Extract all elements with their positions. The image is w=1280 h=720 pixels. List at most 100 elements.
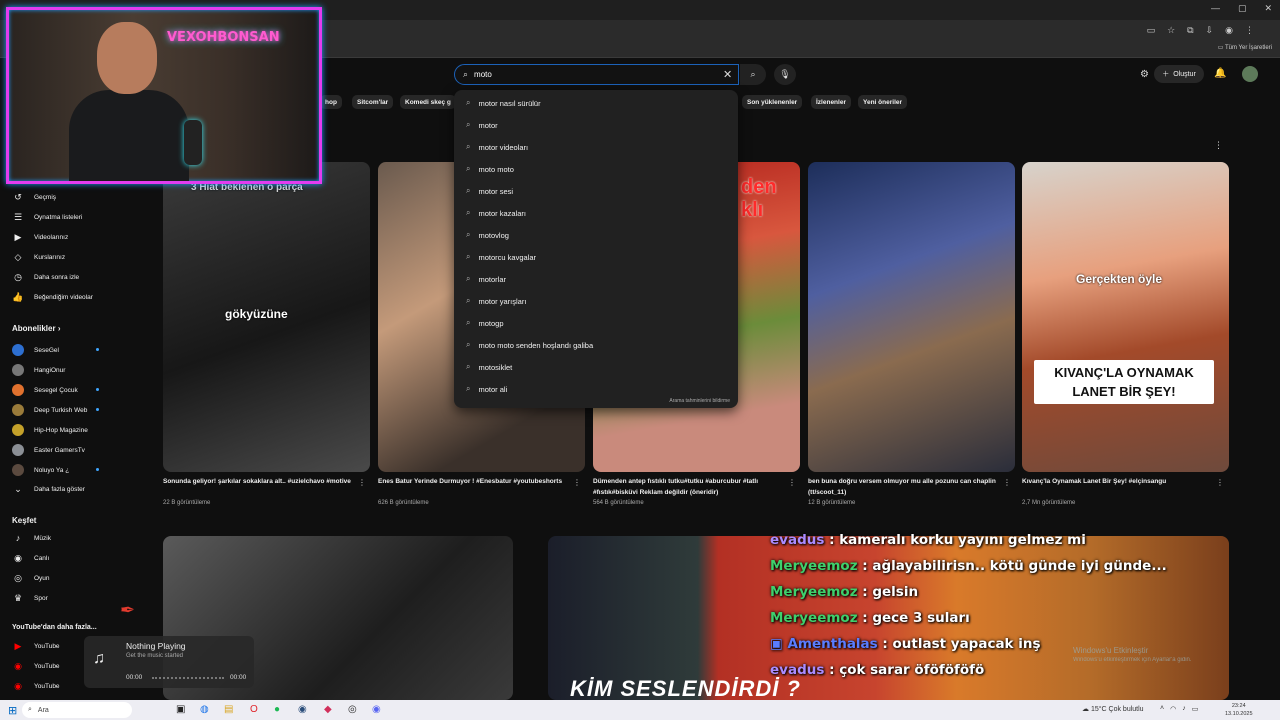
sidebar-item-sub[interactable]: Hip-Hop Magazine [12,424,88,436]
sidebar-item-courses[interactable]: ◇ Kurslarınız [12,252,66,263]
sidebar-item-sports[interactable]: ♛ Spor [12,593,48,604]
suggestion-item[interactable]: ⌕ motor yarışları [454,290,738,312]
suggestion-item[interactable]: ⌕ moto moto senden hoşlandı galiba [454,334,738,356]
chip-recent[interactable]: Son yüklenenler [742,95,803,109]
suggestion-item[interactable]: ⌕ motor nasıl sürülür [454,92,738,114]
search-input[interactable] [474,70,715,79]
search-box[interactable]: ⌕ [454,64,739,85]
download-icon[interactable]: ⇩ [1206,25,1214,36]
subscriptions-heading[interactable]: Abonelikler › [12,324,60,333]
sidebar-item-sub[interactable]: Noluyo Ya ¿ [12,464,69,476]
taskbar-search[interactable]: ⌕ Ara [22,702,132,718]
sidebar-item-youtube-music[interactable]: ◉ YouTube [12,661,59,672]
chip-hop[interactable]: hop [320,95,342,109]
show-more-button[interactable]: ⌄ Daha fazla göster [12,484,85,495]
suggestion-item[interactable]: ⌕ motor sesi [454,180,738,202]
battery-icon[interactable]: ▭ [1192,705,1199,713]
report-suggestions-link[interactable]: Arama tahminlerini bildirme [669,398,730,404]
sidebar-item-sub[interactable]: HangiOnur [12,364,65,376]
steam-icon[interactable]: ◉ [298,704,307,715]
suggestion-text: motorlar [478,274,506,284]
sidebar-item-live[interactable]: ◉ Canlı [12,553,49,564]
video-menu-icon[interactable]: ⋮ [573,478,581,487]
search-button[interactable]: ⌕ [740,64,766,85]
profile-icon[interactable]: ◉ [1225,25,1233,36]
video-title[interactable]: Enes Batur Yerinde Durmuyor ! #Enesbatur… [378,476,568,487]
sidebar-item-your-videos[interactable]: ▶ Videolarınız [12,232,69,243]
chip-watched[interactable]: İzlenenler [811,95,851,109]
close-icon[interactable]: ✕ [1264,3,1272,14]
sidebar-item-music[interactable]: ♪ Müzik [12,533,51,543]
sidebar-item-sub[interactable]: Sesegel Çocuk [12,384,78,396]
maximize-icon[interactable]: ▢ [1238,3,1247,14]
suggestion-item[interactable]: ⌕ moto moto [454,158,738,180]
sidebar-item-youtube[interactable]: ▶ YouTube [12,641,60,652]
weather-widget[interactable]: ☁ 15°C Çok bulutlu [1082,705,1144,713]
suggestion-item[interactable]: ⌕ motor kazaları [454,202,738,224]
video-title[interactable]: Kıvanç'la Oynamak Lanet Bir Şey! #elçins… [1022,476,1212,487]
video-menu-icon[interactable]: ⋮ [788,478,796,487]
app-icon[interactable]: ◆ [324,704,332,715]
playlist-icon: ☰ [13,212,23,222]
sidebar-item-gaming[interactable]: ◎ Oyun [12,573,49,584]
chip-comedy[interactable]: Komedi skeç g [400,95,456,109]
suggestion-item[interactable]: ⌕ motorlar [454,268,738,290]
task-view-icon[interactable]: ▣ [176,704,185,715]
suggestion-item[interactable]: ⌕ motor ali [454,378,738,400]
sidebar-item-watch-later[interactable]: ◷ Daha sonra izle [12,272,79,283]
video-menu-icon[interactable]: ⋮ [1216,478,1224,487]
file-explorer-icon[interactable]: ▤ [224,704,233,715]
video-thumbnail[interactable]: 3 Hiat beklenen o parça gökyüzüne [163,162,370,472]
create-button[interactable]: ＋ Oluştur [1154,65,1204,83]
suggestion-item[interactable]: ⌕ motor [454,114,738,136]
sidebar-item-history[interactable]: ↺ Geçmiş [12,192,56,203]
opera-icon[interactable]: O [250,704,258,715]
obs-icon[interactable]: ◎ [348,704,357,715]
sidebar-item-sub[interactable]: Deep Turkish Web [12,404,87,416]
video-menu-icon[interactable]: ⋮ [1003,478,1011,487]
star-icon[interactable]: ☆ [1167,25,1175,36]
streamer-webcam: VEXOHBONSAN [6,7,322,184]
video-title[interactable]: Sonunda geliyor! şarkılar sokaklara alt.… [163,476,353,487]
chat-text: : outlast yapacak inş [877,636,1041,652]
spotify-icon[interactable]: ● [274,704,280,715]
sidebar-item-sub[interactable]: Easter GamersTv [12,444,85,456]
video-thumbnail[interactable]: Gerçekten öyle KIVANÇ'LA OYNAMAK LANET B… [1022,162,1229,472]
notifications-bell-icon[interactable]: 🔔 [1214,68,1226,79]
chevron-up-icon[interactable]: ˄ [1160,705,1164,713]
suggestion-item[interactable]: ⌕ motor videoları [454,136,738,158]
suggestion-item[interactable]: ⌕ motosiklet [454,356,738,378]
sidebar-item-youtube-kids[interactable]: ◉ YouTube [12,681,59,692]
chip-sitcoms[interactable]: Sitcom'lar [352,95,394,109]
suggestion-item[interactable]: ⌕ motorcu kavgalar [454,246,738,268]
shelf-menu-icon[interactable]: ⋮ [1214,140,1223,151]
sidebar-item-liked-videos[interactable]: 👍 Beğendiğim videolar [12,292,93,303]
sidebar-item-sub[interactable]: SeseGel [12,344,59,356]
chrome-icon[interactable]: ◍ [200,704,209,715]
all-bookmarks-button[interactable]: ▭ Tüm Yer İşaretleri [1218,44,1272,51]
voice-search-button[interactable]: 🎙 [774,64,796,85]
taskbar-clock[interactable]: 23:24 13.10.2025 [1225,702,1253,718]
windows-start-icon[interactable]: ⊞ [8,704,17,717]
volume-icon[interactable]: ♪ [1182,705,1186,713]
extensions-icon[interactable]: ⧉ [1187,25,1193,36]
music-progress-bar[interactable] [152,677,224,679]
cast-screen-icon[interactable]: ▭ [1147,25,1156,36]
sidebar-item-playlists[interactable]: ☰ Oynatma listeleri [12,212,82,223]
video-thumbnail[interactable] [808,162,1015,472]
video-title[interactable]: ben buna doğru versem olmuyor mu alle po… [808,476,998,498]
sidebar-item-label: Sesegel Çocuk [34,386,78,394]
discord-icon[interactable]: ◉ [372,704,381,715]
chip-new-suggestions[interactable]: Yeni öneriler [858,95,908,109]
menu-icon[interactable]: ⋮ [1245,25,1254,36]
avatar[interactable] [1242,66,1258,82]
clear-search-icon[interactable]: ✕ [723,68,732,81]
suggestion-item[interactable]: ⌕ motogp [454,312,738,334]
cast-icon[interactable]: ⚙ [1140,69,1149,80]
wifi-icon[interactable]: ◠ [1170,705,1176,713]
chat-username: evadus [770,662,825,678]
minimize-icon[interactable]: — [1211,3,1220,14]
video-title[interactable]: Dümenden antep fıstıklı tutku#tutku #abu… [593,476,783,498]
video-menu-icon[interactable]: ⋮ [358,478,366,487]
suggestion-item[interactable]: ⌕ motovlog [454,224,738,246]
